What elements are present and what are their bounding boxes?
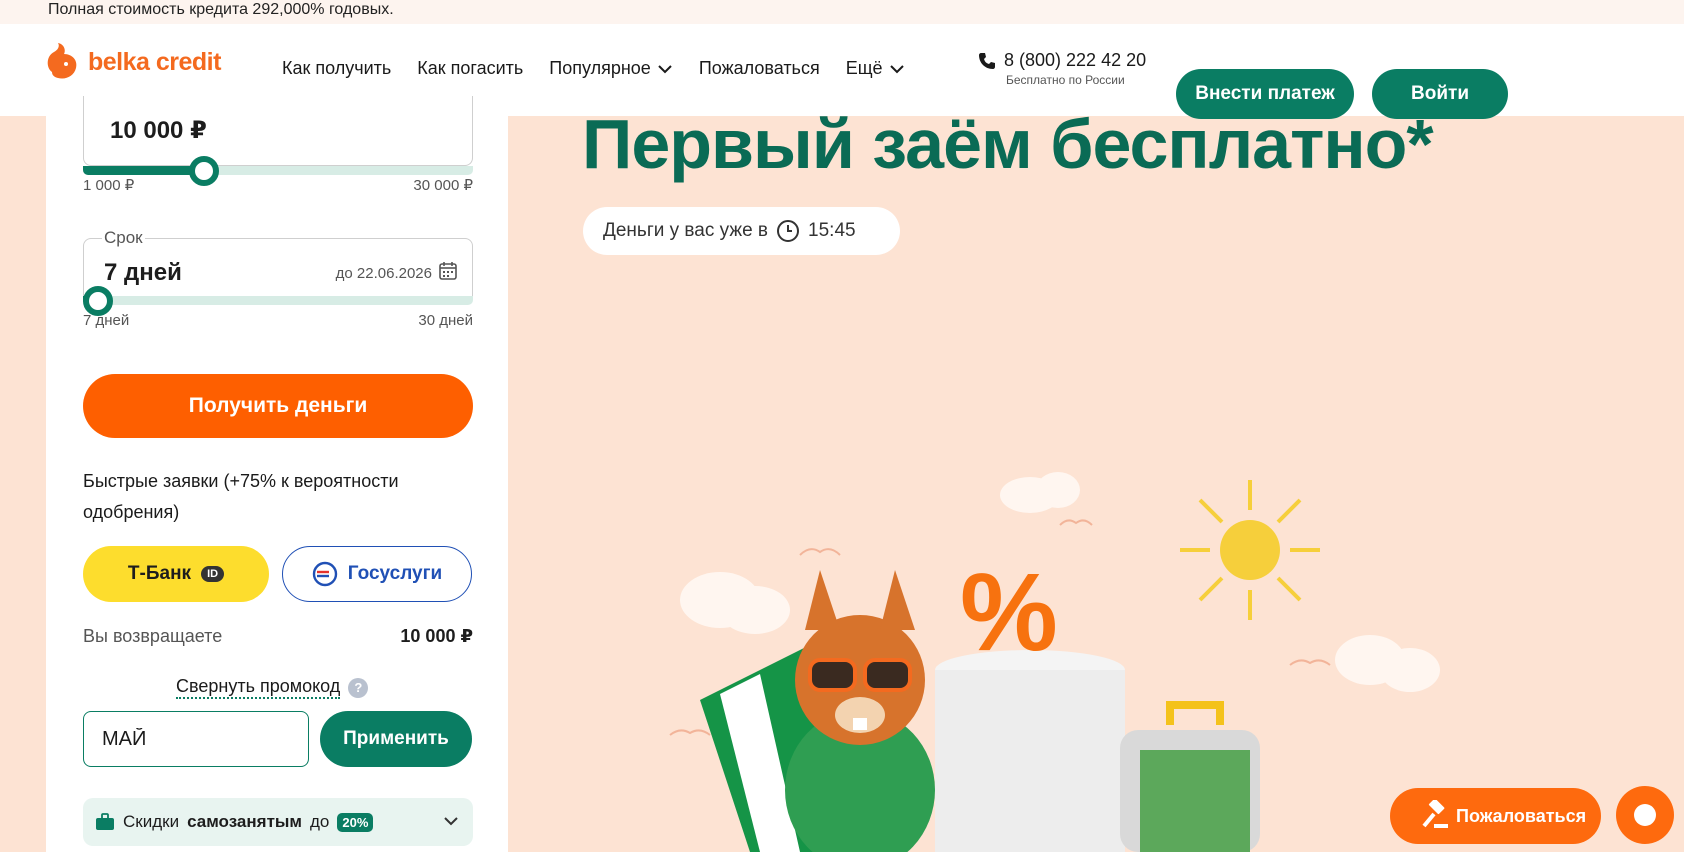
briefcase-icon [96, 813, 114, 830]
return-summary: Вы возвращаете 10 000 ₽ [83, 626, 473, 647]
amount-max: 30 000 ₽ [413, 177, 473, 194]
term-min: 7 дней [83, 312, 130, 329]
chevron-down-icon [889, 64, 904, 73]
term-value: 7 дней [104, 259, 182, 286]
return-label: Вы возвращаете [83, 626, 223, 646]
discount-mid: до [310, 812, 330, 831]
discount-target: самозанятым [187, 812, 302, 831]
top-notice-bar: Полная стоимость кредита 292,000% годовы… [0, 0, 1684, 24]
cloud-icon [1000, 472, 1080, 513]
term-legend: Срок [102, 228, 145, 248]
term-field[interactable]: Срок 7 дней до 22.06.2026 [83, 228, 473, 304]
squirrel-mascot-icon [785, 570, 935, 852]
percent-icon: % [960, 551, 1058, 674]
gosuslugi-label: Госуслуги [347, 563, 443, 584]
complain-label: Пожаловаться [1456, 805, 1587, 826]
chip-text: Деньги у вас уже в [603, 220, 769, 241]
self-employed-discount-accordion[interactable]: Скидки самозанятым до 20% [83, 798, 473, 846]
money-suitcase-icon [1120, 701, 1260, 852]
nav-more-dropdown[interactable]: Ещё [846, 58, 905, 79]
chevron-down-icon [444, 817, 458, 826]
chevron-down-icon [658, 64, 672, 73]
term-slider[interactable] [83, 286, 473, 316]
phone-subtitle: Бесплатно по России [1006, 73, 1125, 87]
sun-icon [1180, 480, 1320, 620]
tbank-label: Т-Банк [127, 563, 192, 584]
phone-block[interactable]: 8 (800) 222 42 20 Бесплатно по России [978, 50, 1146, 87]
amount-field[interactable]: 10 000 ₽ [83, 96, 473, 166]
apr-notice: Полная стоимость кредита 292,000% годовы… [48, 1, 394, 18]
podium-icon [935, 650, 1125, 852]
nav-label: Пожаловаться [698, 58, 820, 78]
calendar-icon[interactable] [438, 261, 458, 281]
fast-application-text: Быстрые заявки (+75% к вероятности одобр… [83, 471, 399, 522]
term-range: 7 дней 30 дней [83, 312, 473, 329]
gosuslugi-icon [312, 561, 337, 587]
discount-prefix: Скидки [123, 812, 180, 831]
promo-toggle-label: Свернуть промокод [176, 676, 341, 699]
chat-widget-button[interactable] [1616, 786, 1674, 844]
squirrel-logo-icon [47, 43, 77, 79]
return-amount: 10 000 ₽ [400, 626, 473, 646]
chat-icon [1634, 804, 1656, 826]
complain-floating-button[interactable]: Пожаловаться [1390, 788, 1601, 844]
amount-slider[interactable] [83, 156, 473, 186]
term-max: 30 дней [418, 312, 473, 329]
phone-number: 8 (800) 222 42 20 [1004, 50, 1147, 70]
phone-icon [979, 52, 995, 69]
loan-calculator: 10 000 ₽ 1 000 ₽ 30 000 ₽ Срок 7 дней до… [46, 96, 508, 852]
discount-percent-badge: 20% [337, 812, 374, 832]
tbank-id-button[interactable]: Т-Банк ID [83, 546, 269, 602]
amount-min: 1 000 ₽ [83, 177, 135, 194]
help-icon[interactable]: ? [348, 677, 369, 698]
clock-icon [777, 220, 800, 242]
logo-text: belka credit [88, 47, 221, 76]
delivery-time-chip: Деньги у вас уже в 15:45 [583, 207, 900, 255]
nav-label: Как получить [282, 58, 392, 78]
promo-toggle[interactable]: Свернуть промокод ? [176, 676, 369, 699]
nav-complain[interactable]: Пожаловаться [699, 58, 820, 79]
amount-value: 10 000 ₽ [110, 117, 207, 144]
amount-range: 1 000 ₽ 30 000 ₽ [83, 176, 473, 194]
cloud-icon [680, 572, 790, 634]
nav-how-to-repay[interactable]: Как погасить [417, 58, 523, 79]
gosuslugi-button[interactable]: Госуслуги [282, 546, 472, 602]
amount-slider-fill [83, 166, 204, 175]
gavel-icon [1422, 800, 1448, 828]
hero-title: Первый заём бесплатно* [582, 105, 1434, 183]
term-due-date: до 22.06.2026 [335, 265, 432, 282]
promo-code-input[interactable] [83, 711, 309, 767]
nav-label: Ещё [845, 58, 883, 78]
nav-label: Как погасить [417, 58, 524, 78]
nav-popular-dropdown[interactable]: Популярное [549, 58, 673, 79]
nav-label: Популярное [549, 58, 651, 78]
nav-how-to-get[interactable]: Как получить [282, 58, 391, 79]
tbank-id-badge: ID [201, 566, 225, 582]
get-money-button[interactable]: Получить деньги [83, 374, 473, 438]
logo[interactable]: belka credit [44, 42, 221, 82]
cloud-icon [1335, 635, 1440, 692]
main-nav: Как получить Как погасить Популярное Пож… [282, 58, 905, 79]
apply-promo-button[interactable]: Применить [320, 711, 472, 767]
chip-time: 15:45 [808, 220, 856, 241]
